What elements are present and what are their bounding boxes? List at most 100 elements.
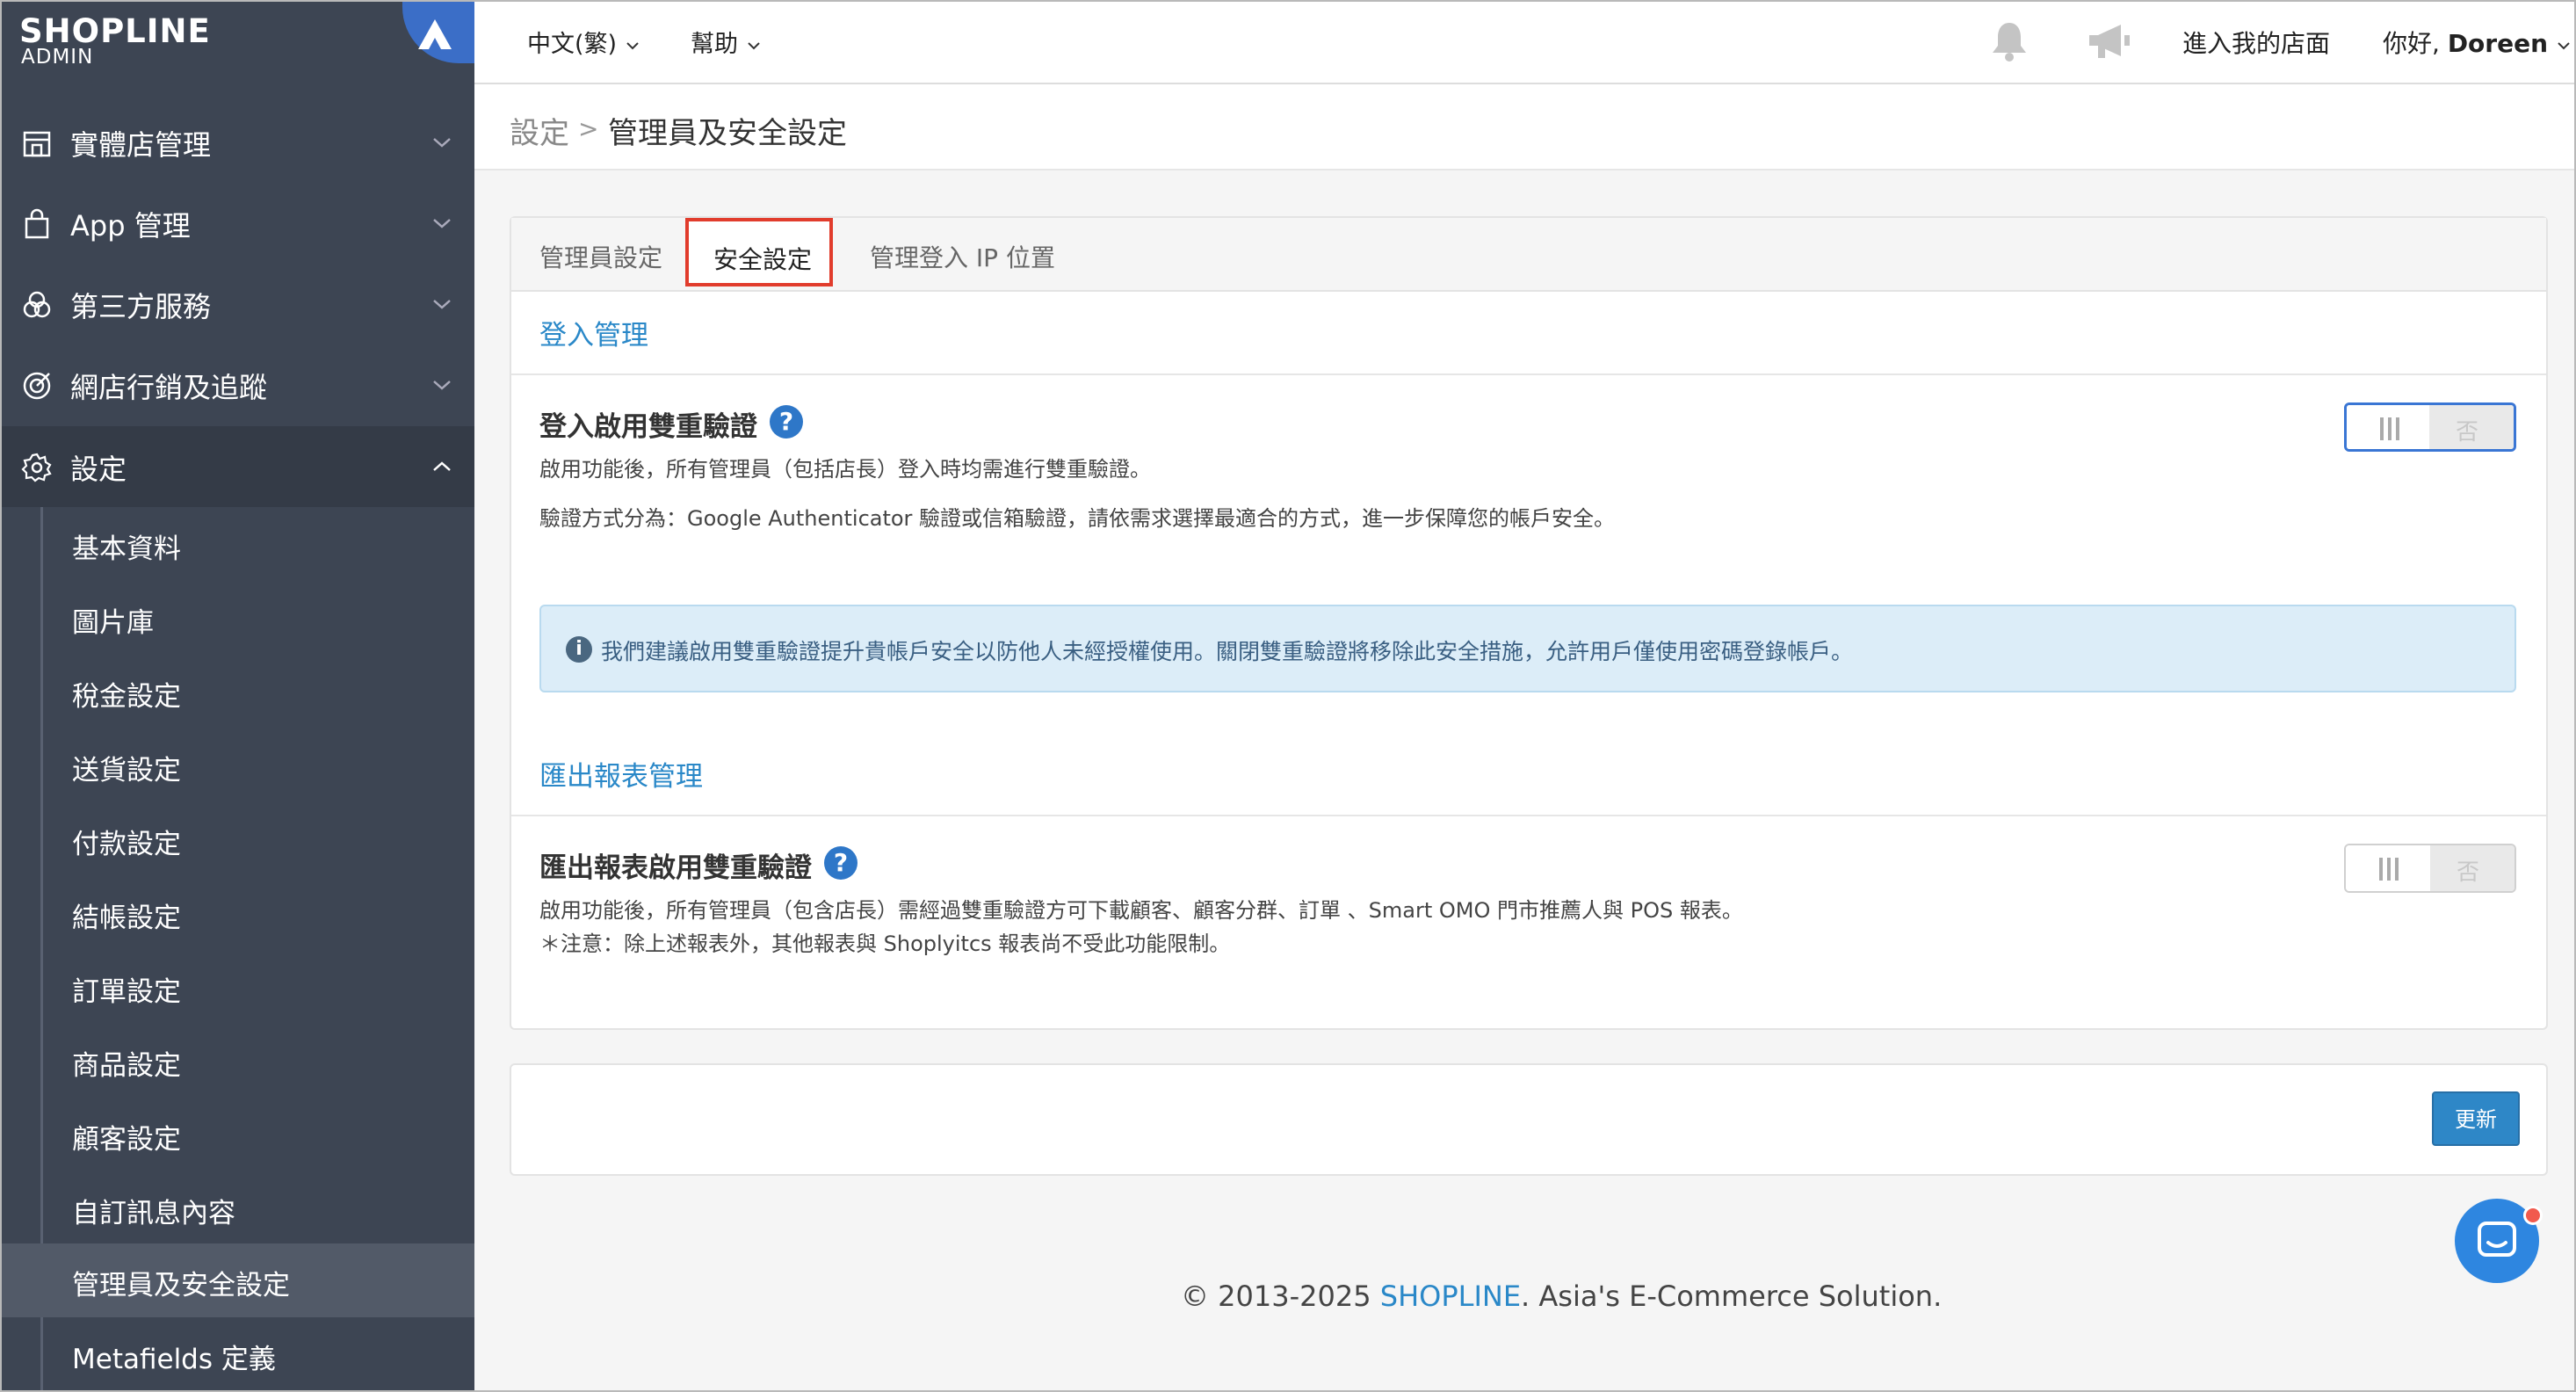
- subitem-label: 稅金設定: [72, 681, 181, 713]
- user-name: Doreen: [2447, 29, 2549, 58]
- footer-prefix: © 2013-2025: [1181, 1280, 1380, 1313]
- subitem-label: 商品設定: [72, 1050, 181, 1082]
- logo-area[interactable]: SHOPLINE ADMIN: [2, 2, 474, 83]
- security-panel: 管理員設定 安全設定 管理登入 IP 位置 登入管理 登入啟用雙重驗證 ? 啟用…: [510, 216, 2548, 1030]
- alert-text: 我們建議啟用雙重驗證提升貴帳戶安全以防他人未經授權使用。關閉雙重驗證將移除此安全…: [601, 639, 1854, 664]
- chevron-down-icon: [433, 300, 451, 309]
- chevron-down-icon: [433, 138, 451, 148]
- megaphone-icon[interactable]: [2082, 18, 2135, 65]
- footer-suffix: . Asia's E-Commerce Solution.: [1521, 1280, 1943, 1313]
- bell-icon[interactable]: [1986, 18, 2033, 65]
- chevron-up-icon: [433, 461, 451, 471]
- update-button[interactable]: 更新: [2432, 1091, 2520, 1146]
- sidebar-subitem-checkout[interactable]: 結帳設定: [2, 876, 474, 950]
- toggle-off-label: 否: [2457, 859, 2480, 886]
- page-title: 管理員及安全設定: [608, 116, 847, 151]
- sidebar-subitem-metafields[interactable]: Metafields 定義: [2, 1317, 474, 1390]
- setting-desc: 啟用功能後，所有管理員（包括店長）登入時均需進行雙重驗證。: [539, 457, 1151, 482]
- sidebar-item-label: 網店行銷及追蹤: [70, 371, 268, 404]
- circles-icon: [23, 291, 51, 318]
- chevron-down-icon: [2558, 42, 2570, 50]
- sidebar-subitem-order[interactable]: 訂單設定: [2, 950, 474, 1024]
- language-label: 中文(繁): [527, 31, 618, 58]
- sidebar-item-settings[interactable]: 設定: [2, 426, 474, 507]
- subitem-label: Metafields 定義: [72, 1344, 276, 1375]
- section-title-login: 登入管理: [539, 320, 648, 352]
- breadcrumb-separator: >: [578, 114, 599, 143]
- sidebar-subitem-admin-security[interactable]: 管理員及安全設定: [2, 1243, 474, 1317]
- brand-logo: SHOPLINE: [19, 12, 211, 50]
- sidebar-item-label: 實體店管理: [70, 128, 212, 162]
- greeting: 你好,: [2383, 29, 2448, 58]
- subitem-label: 管理員及安全設定: [72, 1270, 290, 1301]
- brand-sub: ADMIN: [21, 46, 94, 69]
- help-label: 幫助: [691, 31, 738, 58]
- sidebar-item-label: 設定: [70, 453, 127, 486]
- sidebar: SHOPLINE ADMIN 實體店管理 App 管理 第三方服務 網店行銷及追…: [2, 2, 474, 1390]
- sidebar-subitem-delivery[interactable]: 送貨設定: [2, 729, 474, 802]
- topbar: 中文(繁) 幫助 進入我的店面 你好, Doreen: [474, 2, 2574, 84]
- sidebar-subitem-tax[interactable]: 稅金設定: [2, 655, 474, 729]
- subitem-label: 自訂訊息內容: [72, 1198, 235, 1229]
- store-link[interactable]: 進入我的店面: [2182, 25, 2330, 60]
- toggle-off-label: 否: [2456, 419, 2479, 446]
- help-dropdown[interactable]: 幫助: [691, 25, 762, 59]
- subitem-label: 圖片庫: [72, 607, 154, 639]
- sidebar-subitem-customer[interactable]: 顧客設定: [2, 1098, 474, 1171]
- gear-icon: [21, 453, 52, 482]
- footer-brand-link[interactable]: SHOPLINE: [1380, 1280, 1521, 1313]
- tab-label: 安全設定: [713, 245, 813, 274]
- tab-bar: 管理員設定 安全設定 管理登入 IP 位置: [511, 218, 2546, 292]
- collapse-sidebar-icon[interactable]: [402, 2, 474, 63]
- chat-icon: [2478, 1222, 2516, 1257]
- subitem-label: 顧客設定: [72, 1124, 181, 1156]
- setting-desc: 啟用功能後，所有管理員（包含店長）需經過雙重驗證方可下載顧客、顧客分群、訂單 、…: [539, 898, 1743, 923]
- setting-title-login-2fa: 登入啟用雙重驗證: [539, 411, 757, 443]
- sidebar-item-marketing[interactable]: 網店行銷及追蹤: [2, 344, 474, 425]
- sidebar-item-store-management[interactable]: 實體店管理: [2, 102, 474, 183]
- user-menu[interactable]: 你好, Doreen: [2383, 25, 2572, 60]
- sidebar-item-app-management[interactable]: App 管理: [2, 183, 474, 264]
- login-2fa-toggle[interactable]: 否: [2344, 402, 2516, 452]
- chevron-down-icon: [747, 42, 760, 50]
- sidebar-subitem-image-library[interactable]: 圖片庫: [2, 581, 474, 655]
- update-panel: 更新: [510, 1063, 2548, 1176]
- tab-login-ip[interactable]: 管理登入 IP 位置: [870, 239, 1055, 274]
- store-icon: [23, 131, 51, 157]
- info-alert: i 我們建議啟用雙重驗證提升貴帳戶安全以防他人未經授權使用。關閉雙重驗證將移除此…: [539, 605, 2516, 692]
- setting-title-export-2fa: 匯出報表啟用雙重驗證: [539, 852, 812, 884]
- toggle-bars-icon: [2380, 417, 2399, 440]
- sidebar-subitem-product[interactable]: 商品設定: [2, 1024, 474, 1098]
- chevron-down-icon: [626, 42, 639, 50]
- sidebar-subitem-payment[interactable]: 付款設定: [2, 802, 474, 876]
- subitem-label: 基本資料: [72, 533, 181, 565]
- target-icon: [23, 372, 51, 400]
- tab-security-settings[interactable]: 安全設定: [685, 218, 833, 286]
- sidebar-subitem-custom-message[interactable]: 自訂訊息內容: [2, 1171, 474, 1245]
- help-icon[interactable]: ?: [824, 846, 857, 880]
- subitem-label: 送貨設定: [72, 755, 181, 787]
- sidebar-item-label: 第三方服務: [70, 290, 212, 323]
- help-icon[interactable]: ?: [770, 405, 803, 439]
- breadcrumb: 設定 > 管理員及安全設定: [474, 84, 2574, 170]
- subitem-label: 結帳設定: [72, 903, 181, 934]
- footer: © 2013-2025 SHOPLINE. Asia's E-Commerce …: [1181, 1280, 1942, 1313]
- export-2fa-toggle[interactable]: 否: [2344, 844, 2516, 893]
- sidebar-item-label: App 管理: [70, 209, 191, 243]
- divider: [511, 815, 2546, 816]
- sidebar-item-third-party[interactable]: 第三方服務: [2, 264, 474, 344]
- setting-desc: ＊注意：除上述報表外，其他報表與 Shoplyitcs 報表尚不受此功能限制。: [539, 932, 1231, 956]
- breadcrumb-parent[interactable]: 設定: [510, 109, 569, 152]
- language-dropdown[interactable]: 中文(繁): [527, 25, 640, 59]
- subitem-label: 付款設定: [72, 829, 181, 860]
- tab-admin-settings[interactable]: 管理員設定: [539, 239, 662, 274]
- notification-dot: [2523, 1206, 2543, 1225]
- setting-desc: 驗證方式分為：Google Authenticator 驗證或信箱驗證，請依需求…: [539, 506, 1616, 531]
- section-title-export: 匯出報表管理: [539, 761, 703, 793]
- chevron-down-icon: [433, 219, 451, 228]
- chat-button[interactable]: [2455, 1199, 2543, 1283]
- subitem-label: 訂單設定: [72, 976, 181, 1008]
- shopping-bag-icon: [25, 208, 49, 239]
- sidebar-subitem-basic-info[interactable]: 基本資料: [2, 507, 474, 581]
- divider: [511, 373, 2546, 375]
